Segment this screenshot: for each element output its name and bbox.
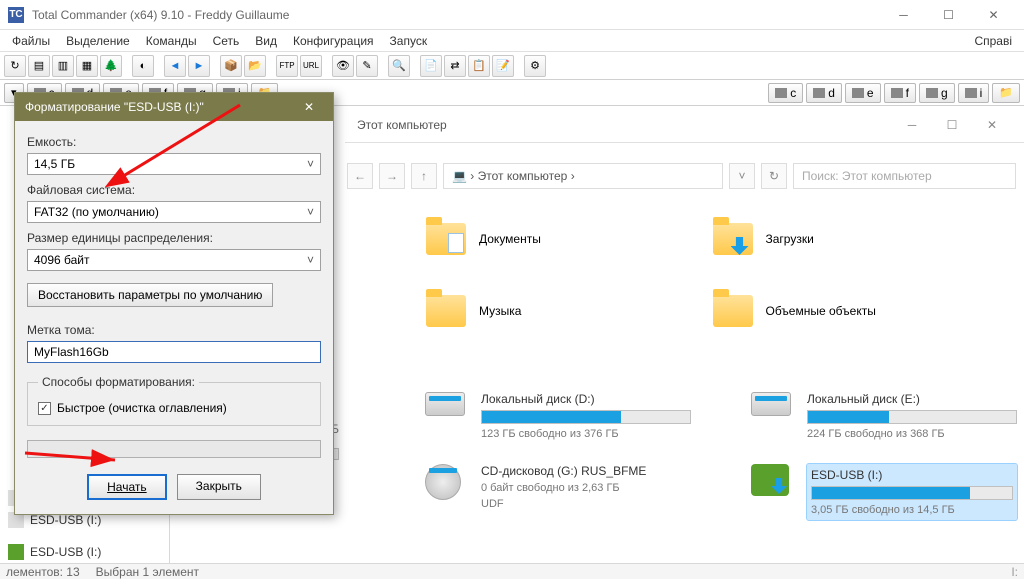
drive-e[interactable]: Локальный диск (E:) 224 ГБ свободно из 3… [751,392,1017,440]
folder-3d[interactable]: Объемные объекты [712,290,939,332]
explorer-content: Документы Загрузки Музыка Объемные объек… [345,198,1018,579]
forward-icon[interactable]: ► [188,55,210,77]
drive-i-right[interactable]: i [958,83,990,103]
nav-up-icon[interactable]: ↑ [411,163,437,189]
drive-i[interactable]: ESD-USB (I:) 3,05 ГБ свободно из 14,5 ГБ [751,464,1017,520]
invert-icon[interactable]: ◐ [132,55,154,77]
menubar: Файлы Выделение Команды Сеть Вид Конфигу… [0,30,1024,52]
toolbar: ↻ ▤ ▥ ▦ 🌲 ◐ ◄ ► 📦 📂 FTP URL 👁 ✎ 🔍 📄 ⇄ 📋 … [0,52,1024,80]
folder-documents[interactable]: Документы [425,218,652,260]
drive-d[interactable]: Локальный диск (D:) 123 ГБ свободно из 3… [425,392,691,440]
menu-config[interactable]: Конфигурация [285,32,382,50]
folder-label: Документы [479,232,541,246]
address-bar: ← → ↑ 💻 › Этот компьютер › ˅ ↻ Поиск: Эт… [345,161,1018,191]
nav-dropdown-icon[interactable]: ˅ [729,163,755,189]
drive-c-right[interactable]: c [768,83,803,103]
restore-defaults-button[interactable]: Восстановить параметры по умолчанию [27,283,273,307]
explorer-header: Этот компьютер ─ ☐ ✕ [345,107,1024,143]
drive-d-right[interactable]: d [806,83,842,103]
alloc-select[interactable]: 4096 байт˅ [27,249,321,271]
folder-label: Загрузки [766,232,814,246]
alloc-label: Размер единицы распределения: [27,231,321,245]
unpack-icon[interactable]: 📂 [244,55,266,77]
maximize-button[interactable]: ☐ [926,0,971,30]
quick-format-checkbox[interactable]: ✓ Быстрое (очистка оглавления) [38,401,310,415]
nav-fwd-icon[interactable]: → [379,163,405,189]
close-button[interactable]: ✕ [971,0,1016,30]
breadcrumb[interactable]: 💻 › Этот компьютер › [443,163,723,189]
explorer-title: Этот компьютер [357,118,447,132]
detail-view-icon[interactable]: ▥ [52,55,74,77]
search-input[interactable]: Поиск: Этот компьютер [793,163,1016,189]
menu-files[interactable]: Файлы [4,32,58,50]
notepad-icon[interactable]: 📝 [492,55,514,77]
tree-icon[interactable]: 🌲 [100,55,122,77]
folder-music[interactable]: Музыка [425,290,652,332]
folder-downloads[interactable]: Загрузки [712,218,939,260]
edit-icon[interactable]: ✎ [356,55,378,77]
dialog-titlebar[interactable]: Форматирование "ESD-USB (I:)" ✕ [15,93,333,121]
fs-select[interactable]: FAT32 (по умолчанию)˅ [27,201,321,223]
menu-view[interactable]: Вид [247,32,285,50]
sidebar-item-esd2[interactable]: ESD-USB (I:) [0,541,169,563]
mode-legend: Способы форматирования: [38,375,199,389]
folder-label: Объемные объекты [766,304,876,318]
dialog-close-icon[interactable]: ✕ [295,93,323,121]
menu-net[interactable]: Сеть [205,32,248,50]
nav-back-icon[interactable]: ← [347,163,373,189]
sync-icon[interactable]: ⇄ [444,55,466,77]
status-count: лементов: 13 [6,565,80,579]
url-icon[interactable]: URL [300,55,322,77]
menu-commands[interactable]: Команды [138,32,205,50]
close-dialog-button[interactable]: Закрыть [177,474,261,500]
titlebar: TC Total Commander (x64) 9.10 - Freddy G… [0,0,1024,30]
mrt-icon[interactable]: 📄 [420,55,442,77]
app-icon: TC [8,7,24,23]
copy-names-icon[interactable]: 📋 [468,55,490,77]
drive-f-right[interactable]: f [884,83,916,103]
capacity-select[interactable]: 14,5 ГБ˅ [27,153,321,175]
format-dialog: Форматирование "ESD-USB (I:)" ✕ Емкость:… [14,92,334,515]
volume-input[interactable]: MyFlash16Gb [27,341,321,363]
minimize-button[interactable]: ─ [881,0,926,30]
window-title: Total Commander (x64) 9.10 - Freddy Guil… [32,8,881,22]
menu-selection[interactable]: Выделение [58,32,138,50]
menu-launch[interactable]: Запуск [382,32,436,50]
folder-label: Музыка [479,304,521,318]
drive-g-right[interactable]: g [919,83,955,103]
panel-close-icon[interactable]: ✕ [972,111,1012,139]
panel-max-icon[interactable]: ☐ [932,111,972,139]
format-mode-fieldset: Способы форматирования: ✓ Быстрое (очист… [27,375,321,426]
format-progress [27,440,321,458]
status-bar: лементов: 13 Выбран 1 элемент I: [0,563,1024,579]
search-icon[interactable]: 🔍 [388,55,410,77]
network-right-icon[interactable]: 📁 [992,83,1020,103]
drive-g[interactable]: CD-дисковод (G:) RUS_BFME 0 байт свободн… [425,464,691,520]
back-icon[interactable]: ◄ [164,55,186,77]
pack-icon[interactable]: 📦 [220,55,242,77]
volume-label-caption: Метка тома: [27,323,321,337]
thumb-view-icon[interactable]: ▦ [76,55,98,77]
drive-e-right[interactable]: e [845,83,881,103]
status-selection: Выбран 1 элемент [96,565,199,579]
fs-label: Файловая система: [27,183,321,197]
dialog-title: Форматирование "ESD-USB (I:)" [25,100,204,114]
capacity-label: Емкость: [27,135,321,149]
short-view-icon[interactable]: ▤ [28,55,50,77]
control-panel-icon[interactable]: ⚙ [524,55,546,77]
refresh-icon[interactable]: ↻ [4,55,26,77]
menu-help[interactable]: Справі [966,32,1020,50]
nav-refresh-icon[interactable]: ↻ [761,163,787,189]
drive-indicator: I: [1011,565,1018,579]
ftp-icon[interactable]: FTP [276,55,298,77]
start-button[interactable]: Начать [87,474,167,500]
panel-min-icon[interactable]: ─ [892,111,932,139]
view-icon[interactable]: 👁 [332,55,354,77]
